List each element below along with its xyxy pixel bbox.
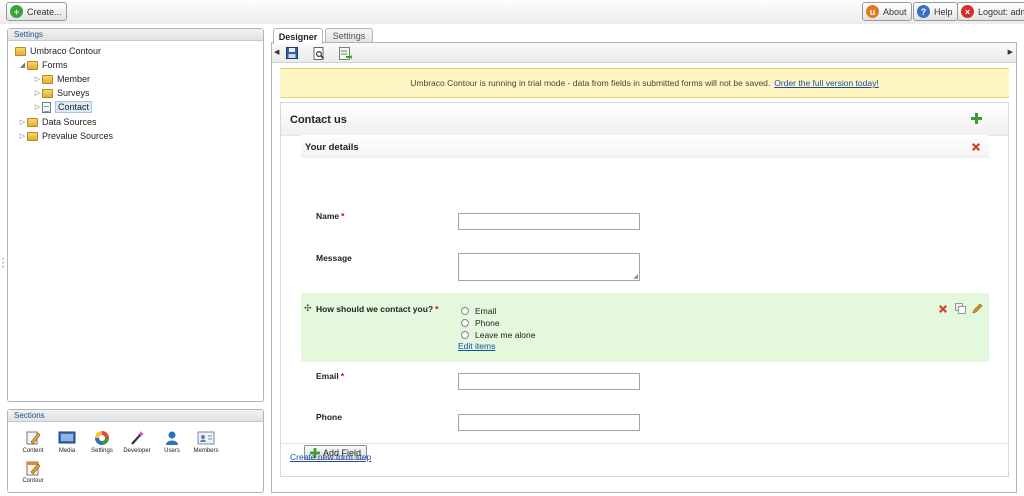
add-fieldset-icon[interactable] [971, 113, 982, 127]
contour-icon [24, 460, 42, 476]
section-content[interactable]: Content [17, 430, 49, 454]
section-settings[interactable]: Settings [86, 430, 118, 454]
sections-panel: Sections Content Media Settings Develope… [7, 409, 264, 493]
form-icon [42, 101, 51, 113]
members-card-icon [197, 430, 215, 446]
collapsed-arrow-icon[interactable]: ▷ [33, 103, 42, 111]
form-footer-divider [280, 443, 1009, 444]
folder-icon [27, 131, 38, 141]
magic-wand-icon [128, 430, 146, 446]
order-full-version-link[interactable]: Order the full version today! [774, 78, 878, 88]
form-header [281, 103, 1008, 136]
folder-icon [27, 60, 38, 70]
tree-item-member[interactable]: ▷ Member [33, 72, 90, 86]
form-designer: Contact us Your details Name * Message ◢ … [280, 102, 1009, 477]
section-developer[interactable]: Developer [121, 430, 153, 454]
user-icon [163, 430, 181, 446]
fieldset-divider [301, 157, 989, 158]
tree-item-contact[interactable]: ▷ Contact [33, 100, 93, 114]
radio-option-email[interactable]: Email [461, 306, 496, 316]
fieldset-title: Your details [305, 142, 359, 153]
logout-button[interactable]: × Logout: admin [957, 2, 1024, 21]
top-toolbar: + Create... u About ? Help × Logout: adm… [0, 0, 1024, 24]
copy-field-icon[interactable] [955, 303, 966, 317]
collapsed-arrow-icon[interactable]: ▷ [18, 132, 27, 140]
scroll-left-icon[interactable]: ◀ [274, 48, 279, 56]
radio-button[interactable] [461, 331, 469, 339]
collapsed-arrow-icon[interactable]: ▷ [33, 75, 42, 83]
delete-field-icon[interactable] [938, 304, 948, 317]
plus-circle-icon: + [10, 5, 23, 18]
section-members[interactable]: Members [190, 430, 222, 454]
help-icon: ? [917, 5, 930, 18]
sections-panel-title: Sections [8, 410, 263, 422]
tree-item-prevalue-sources[interactable]: ▷ Prevalue Sources [18, 129, 113, 143]
folder-icon [42, 74, 53, 84]
phone-input[interactable] [458, 414, 640, 431]
export-icon[interactable] [338, 46, 352, 60]
resize-handle-icon[interactable]: ◢ [633, 273, 638, 280]
collapsed-arrow-icon[interactable]: ▷ [33, 89, 42, 97]
about-icon: u [866, 5, 879, 18]
folder-icon [42, 88, 53, 98]
designer-toolbar: ◀ ▶ [272, 43, 1016, 63]
tree-item-umbraco-contour[interactable]: Umbraco Contour [15, 44, 101, 58]
section-media[interactable]: Media [51, 430, 83, 454]
save-icon[interactable] [285, 46, 299, 60]
tree-item-surveys[interactable]: ▷ Surveys [33, 86, 90, 100]
folder-icon [27, 117, 38, 127]
expanded-arrow-icon[interactable]: ◢ [18, 61, 27, 69]
radio-button[interactable] [461, 307, 469, 315]
name-input[interactable] [458, 213, 640, 230]
media-icon [58, 430, 76, 446]
phone-label: Phone [316, 412, 342, 422]
help-button[interactable]: ? Help [913, 2, 958, 21]
contact-method-label: How should we contact you? * [316, 304, 439, 314]
settings-panel: Settings Umbraco Contour ◢ Forms ▷ Membe… [7, 28, 264, 402]
folder-icon [15, 46, 26, 56]
trial-notice: Umbraco Contour is running in trial mode… [280, 68, 1009, 98]
scroll-right-icon[interactable]: ▶ [1008, 48, 1013, 56]
email-input[interactable] [458, 373, 640, 390]
drag-handle-icon[interactable]: ✣ [304, 303, 312, 314]
tree-item-data-sources[interactable]: ▷ Data Sources [18, 115, 97, 129]
section-users[interactable]: Users [156, 430, 188, 454]
create-form-step-link[interactable]: Create new form step [290, 452, 371, 462]
designer-panel: ◀ ▶ Umbraco Contour is running in trial … [271, 42, 1017, 493]
delete-fieldset-icon[interactable] [971, 142, 981, 155]
about-button[interactable]: u About [862, 2, 912, 21]
preview-icon[interactable] [312, 46, 326, 60]
section-contour[interactable]: Contour [17, 460, 49, 484]
message-label: Message [316, 253, 352, 263]
radio-option-leave[interactable]: Leave me alone [461, 330, 536, 340]
radio-button[interactable] [461, 319, 469, 327]
name-label: Name * [316, 211, 345, 221]
edit-items-link[interactable]: Edit items [458, 341, 495, 351]
splitter-handle[interactable]: • • • [2, 257, 5, 272]
logout-icon: × [961, 5, 974, 18]
radio-option-phone[interactable]: Phone [461, 318, 500, 328]
email-label: Email * [316, 371, 344, 381]
create-button[interactable]: + Create... [6, 2, 67, 21]
tree-item-forms[interactable]: ◢ Forms [18, 58, 68, 72]
content-icon [24, 430, 42, 446]
fieldset-header [301, 135, 989, 157]
tab-settings[interactable]: Settings [325, 28, 373, 43]
edit-field-icon[interactable] [972, 303, 983, 317]
color-wheel-icon [93, 430, 111, 446]
collapsed-arrow-icon[interactable]: ▷ [18, 118, 27, 126]
form-title: Contact us [290, 114, 347, 126]
message-textarea[interactable]: ◢ [458, 253, 640, 281]
tab-designer[interactable]: Designer [273, 28, 323, 44]
settings-panel-title: Settings [8, 29, 263, 41]
